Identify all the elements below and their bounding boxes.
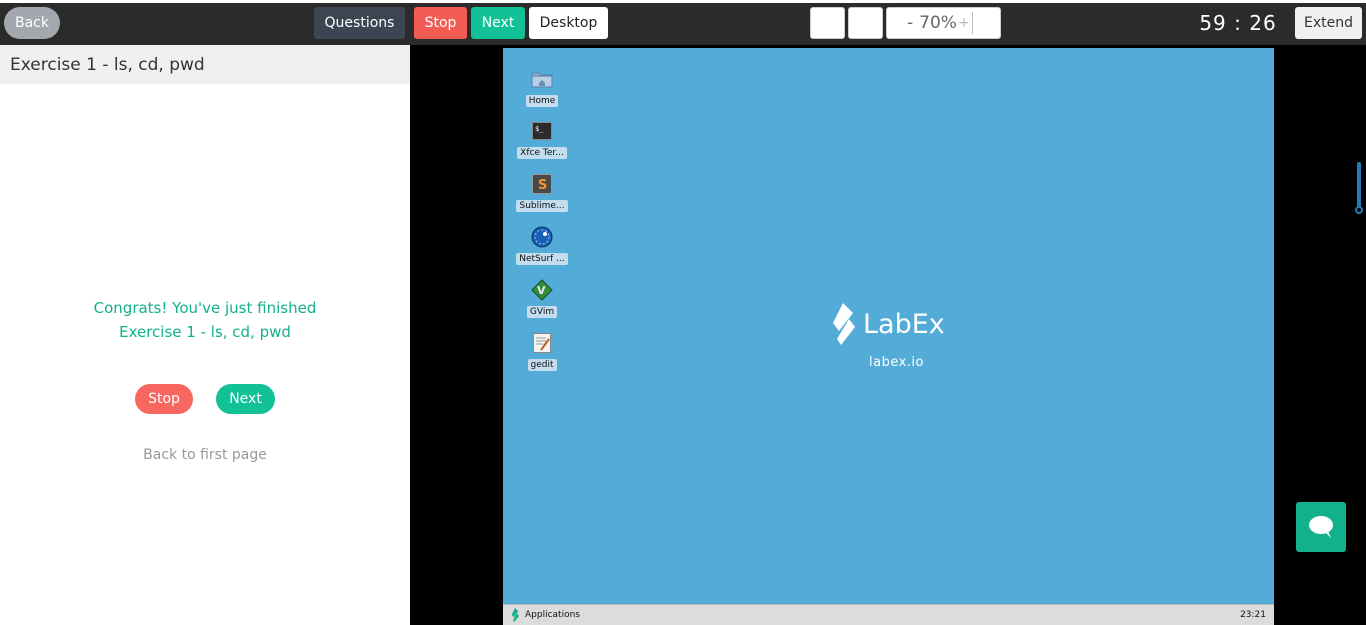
labex-mark-icon: [833, 303, 855, 345]
netsurf-browser-icon: [531, 226, 553, 248]
instructions-panel: Exercise 1 - ls, cd, pwd Congrats! You'v…: [0, 45, 410, 625]
desktop-button[interactable]: Desktop: [529, 7, 608, 39]
svg-text:V: V: [537, 284, 546, 297]
next-button[interactable]: Next: [471, 7, 525, 39]
questions-button[interactable]: Questions: [314, 7, 405, 39]
desktop-icon-netsurf[interactable]: NetSurf ...: [515, 226, 569, 266]
zoom-level: 70%: [919, 13, 957, 33]
folder-home-icon: [531, 68, 553, 90]
svg-text:$_: $_: [535, 125, 544, 133]
exercise-title: Exercise 1 - ls, cd, pwd: [0, 45, 410, 84]
applications-menu[interactable]: Applications: [509, 608, 580, 622]
toolbar-blank-button-2[interactable]: [848, 7, 883, 39]
chat-bubble-icon: [1309, 516, 1333, 538]
desktop-icon-label: NetSurf ...: [516, 253, 568, 265]
desktop-icon-sublime[interactable]: S Sublime...: [515, 173, 569, 213]
gvim-icon: V: [531, 279, 553, 301]
desktop-icon-gvim[interactable]: V GVim: [515, 279, 569, 319]
vertical-slider-handle[interactable]: [1355, 206, 1363, 214]
panel-next-button[interactable]: Next: [216, 384, 275, 414]
desktop-icon-label: GVim: [526, 306, 558, 318]
desktop-taskbar: Applications 23:21: [503, 604, 1274, 625]
congrats-message: Congrats! You've just finished Exercise …: [0, 296, 410, 344]
terminal-icon: $_: [531, 120, 553, 142]
desktop-icon-label: Sublime...: [516, 200, 568, 212]
congrats-line-2: Exercise 1 - ls, cd, pwd: [119, 323, 291, 341]
zoom-in-button[interactable]: +: [958, 15, 970, 31]
labex-url: labex.io: [869, 355, 924, 370]
desktop-icon-terminal[interactable]: $_ Xfce Ter...: [515, 120, 569, 160]
sublime-text-icon: S: [531, 173, 553, 195]
back-button[interactable]: Back: [4, 7, 60, 39]
labex-menu-icon: [511, 608, 519, 622]
taskbar-clock: 23:21: [1240, 610, 1266, 620]
zoom-control: - 70% +: [886, 7, 1001, 39]
stop-button[interactable]: Stop: [414, 7, 467, 39]
remote-desktop[interactable]: Home $_ Xfce Ter... S Sublime... NetSurf…: [503, 48, 1274, 625]
desktop-icon-label: Xfce Ter...: [517, 147, 567, 159]
panel-stop-button[interactable]: Stop: [135, 384, 193, 414]
labex-wordmark: LabEx: [863, 308, 945, 340]
zoom-out-button[interactable]: -: [907, 13, 913, 33]
back-to-first-page-link[interactable]: Back to first page: [0, 447, 410, 463]
toolbar-blank-button-1[interactable]: [810, 7, 845, 39]
countdown-timer: 59 : 26: [1199, 11, 1277, 35]
congrats-line-1: Congrats! You've just finished: [93, 299, 317, 317]
chat-button[interactable]: [1296, 502, 1346, 552]
labex-logo: LabEx: [829, 302, 949, 346]
desktop-icon-home[interactable]: Home: [515, 68, 569, 108]
gedit-icon: [531, 332, 553, 354]
extend-button[interactable]: Extend: [1295, 7, 1362, 39]
applications-label: Applications: [525, 610, 580, 620]
top-toolbar: Back Questions Stop Next Desktop - 70% +…: [0, 0, 1366, 45]
zoom-divider: [971, 12, 973, 34]
svg-text:S: S: [538, 178, 547, 193]
desktop-icon-label: Home: [525, 95, 559, 107]
